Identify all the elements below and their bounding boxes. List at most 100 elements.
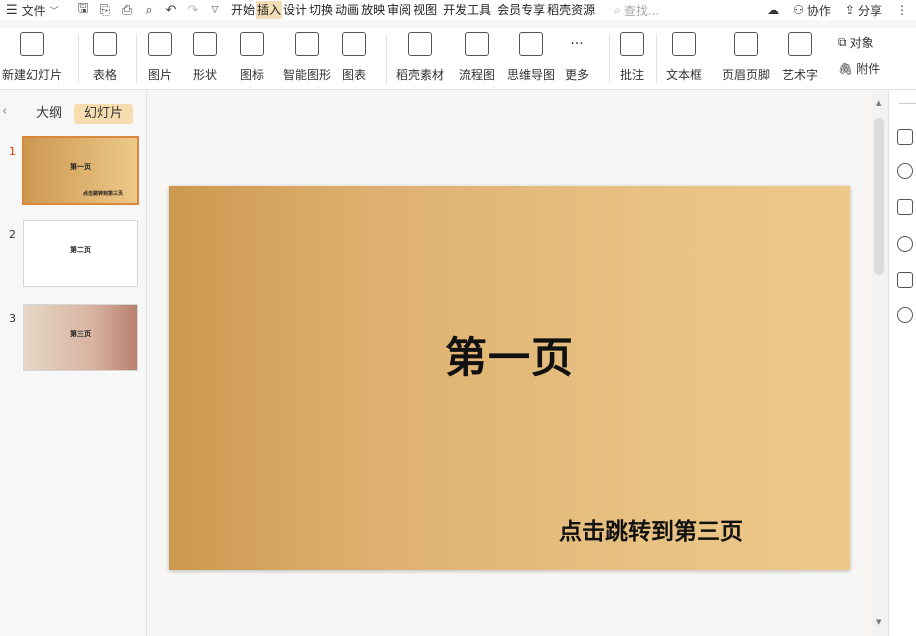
tab-daoke[interactable]: 稻壳资源 [546,1,596,19]
mindmap-button[interactable]: 思维导图 [507,32,555,83]
slide-thumbnail-1[interactable]: 第一页 点击跳转到第三页 [22,136,139,205]
tab-outline[interactable]: 大纲 [26,104,72,124]
image-tools-icon[interactable] [897,272,913,288]
share-button[interactable]: ⇪ 分享 [845,2,882,19]
slide-number: 2 [9,228,16,241]
star-icon[interactable] [897,163,913,179]
tab-developer[interactable]: 开发工具 [442,1,492,19]
shape-button[interactable]: 形状 [193,32,217,83]
flowchart-icon [465,32,489,56]
search-placeholder: 查找... [623,3,660,18]
flowchart-button[interactable]: 流程图 [459,32,495,83]
save-icon[interactable]: 🖫 [72,0,94,21]
search-icon: ⌕ [614,2,621,17]
ribbon-divider [609,34,610,84]
textbox-button[interactable]: 文本框 [666,32,702,83]
settings-sliders-icon[interactable] [897,129,913,145]
vertical-scrollbar[interactable]: ▲ ▼ [871,91,888,636]
transform-icon[interactable] [897,199,913,215]
preview-icon[interactable]: ⌕ [138,3,160,18]
slide-number: 1 [9,145,16,158]
redo-icon[interactable]: ↷ [182,3,204,18]
shape-label: 形状 [193,68,218,82]
slide-thumbnail-2[interactable]: 第二页 [23,220,138,287]
object-button[interactable]: ⧉ 对象 [838,34,874,51]
tab-slides[interactable]: 幻灯片 [74,104,134,124]
slide-thumbnail-3[interactable]: 第三页 [23,304,138,371]
undo-icon[interactable]: ↶ [160,3,182,18]
print-icon[interactable]: ⎙ [116,3,138,18]
daoke-button[interactable]: 稻壳素材 [396,32,444,83]
header-footer-label: 页眉页脚 [722,68,771,82]
cloud-icon[interactable]: ☁ [767,3,779,17]
collab-label: 协作 [806,3,831,18]
scroll-down-icon[interactable]: ▼ [876,618,881,626]
tab-review[interactable]: 审阅 [386,1,412,19]
tab-transition[interactable]: 切换 [308,1,334,19]
mindmap-icon [519,32,543,56]
export-icon[interactable]: ⎘ [94,3,116,18]
thumb-subtitle: 点击跳转到第三页 [82,191,123,197]
more-button[interactable]: ··· 更多 [565,32,589,83]
daoke-icon [408,32,432,56]
tab-animation[interactable]: 动画 [334,1,360,19]
chart-label: 图表 [342,68,367,82]
scroll-up-icon[interactable]: ▲ [876,99,881,107]
thumb-title: 第二页 [70,246,91,254]
slide-editor-canvas[interactable]: 第一页 点击跳转到第三页 [147,91,871,636]
picture-button[interactable]: 图片 [148,32,172,83]
scrollbar-thumb[interactable] [874,118,884,275]
more-menu-icon[interactable]: ⋮ [896,3,908,17]
hamburger-icon: ☰ [6,2,18,18]
search-box[interactable]: ⌕ 查找... [614,2,704,19]
tab-design[interactable]: 设计 [282,1,308,19]
more-icon: ··· [570,36,584,52]
table-button[interactable]: 表格 [93,32,117,83]
slide-title[interactable]: 第一页 [169,324,850,385]
collab-button[interactable]: ⚇ 协作 [793,2,831,19]
thumb-title: 第三页 [70,330,91,338]
share-label: 分享 [857,3,882,18]
tab-member[interactable]: 会员专享 [496,1,546,19]
attachment-button[interactable]: 🖇 附件 [838,60,880,77]
chart-button[interactable]: 图表 [342,32,366,83]
ribbon-divider [386,34,387,84]
object-label: 对象 [849,36,874,50]
wordart-icon [788,32,812,56]
ribbon-toolbar: 新建幻灯片 表格 图片 形状 图标 智能图形 图表 稻壳素材 流程图 思维导图 … [0,28,916,90]
header-footer-icon [734,32,758,56]
tab-view[interactable]: 视图 [412,1,438,19]
tab-slideshow[interactable]: 放映 [360,1,386,19]
rail-divider [899,103,916,104]
icon-label: 图标 [240,68,265,82]
tab-insert[interactable]: 插入 [256,1,283,19]
collapse-panel-icon[interactable]: ‹ [2,104,7,119]
table-label: 表格 [93,68,118,82]
comment-button[interactable]: 批注 [620,32,644,83]
new-slide-button[interactable]: 新建幻灯片 [2,32,62,83]
slide-number: 3 [9,312,16,325]
tab-home[interactable]: 开始 [230,1,256,19]
slide-title-text: 第一页 [444,333,574,382]
file-menu[interactable]: ☰ 文件 ﹀ [0,0,72,20]
slide-link-text[interactable]: 点击跳转到第三页 [559,512,743,546]
current-slide[interactable]: 第一页 点击跳转到第三页 [169,186,850,570]
shape-icon [193,32,217,56]
comment-icon [620,32,644,56]
new-slide-label: 新建幻灯片 [2,68,63,82]
help-icon[interactable] [897,236,913,252]
ribbon-tabs: 开始 插入 设计 切换 动画 放映 审阅 视图 开发工具 会员专享 稻壳资源 [230,1,596,19]
customize-icon[interactable]: ▽ [204,5,226,15]
chevron-down-icon: ﹀ [49,6,59,17]
smart-art-icon [295,32,319,56]
icons-icon [240,32,264,56]
header-footer-button[interactable]: 页眉页脚 [722,32,770,83]
table-icon [93,32,117,56]
icon-button[interactable]: 图标 [240,32,264,83]
smart-art-button[interactable]: 智能图形 [283,32,331,83]
picture-label: 图片 [148,68,173,82]
title-bar: ☰ 文件 ﹀ 🖫 ⎘ ⎙ ⌕ ↶ ↷ ▽ 开始 插入 设计 切换 动画 放映 审… [0,0,916,20]
new-slide-icon [20,32,44,56]
wordart-button[interactable]: 艺术字 [782,32,818,83]
lightning-icon[interactable] [897,307,913,323]
